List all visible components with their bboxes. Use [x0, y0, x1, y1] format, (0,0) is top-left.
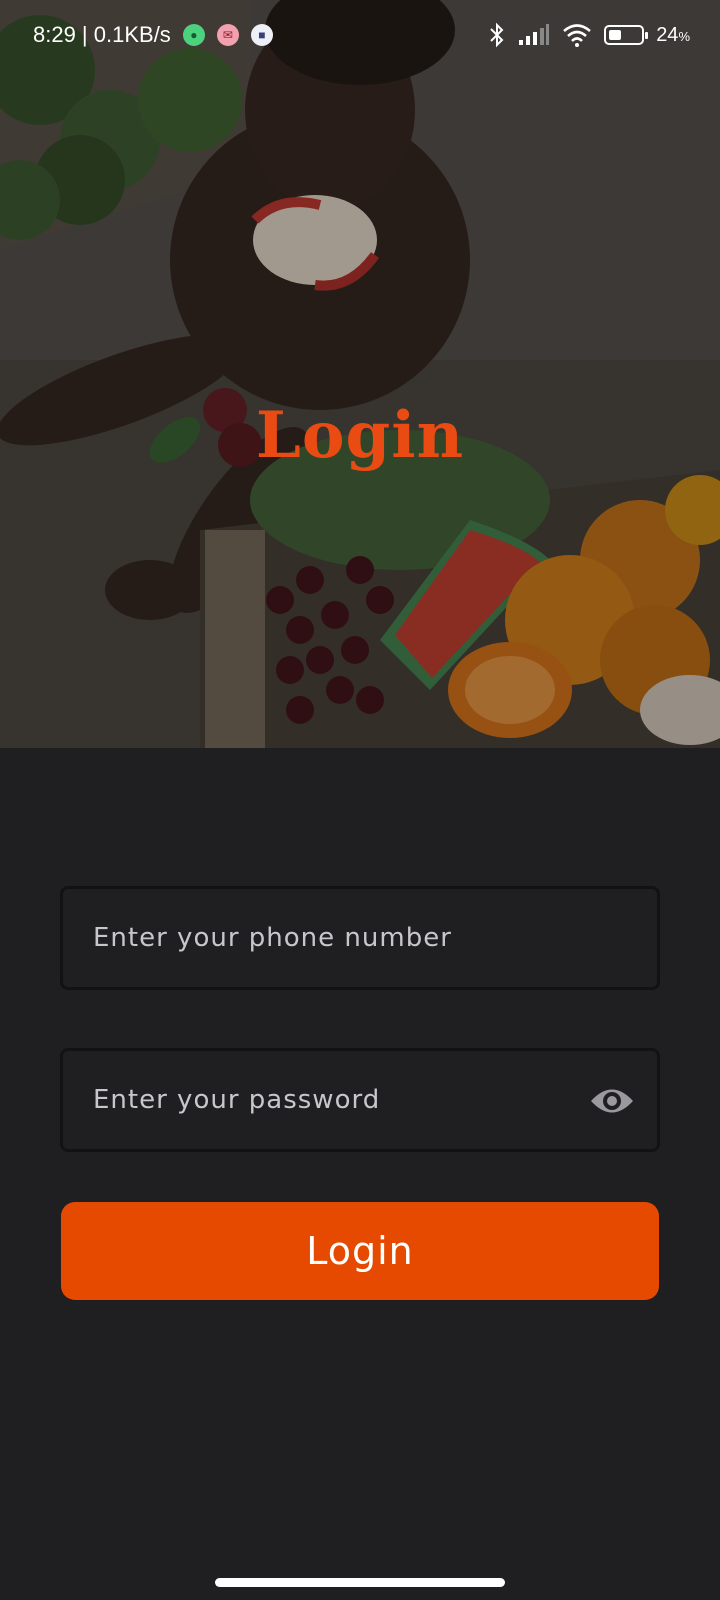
- login-screen: Login 8:29 | 0.1KB/s ● ✉ ■ 24% Enter you…: [0, 0, 720, 1600]
- phone-field[interactable]: [60, 886, 660, 990]
- password-input[interactable]: [93, 1085, 577, 1115]
- battery-level: [609, 30, 622, 40]
- bluetooth-icon: [490, 22, 504, 48]
- battery-percent: 24%: [656, 23, 690, 46]
- status-left: 8:29 | 0.1KB/s ● ✉ ■: [33, 22, 273, 48]
- chat-app-icon: ●: [182, 24, 205, 46]
- time-and-network-speed: 8:29 | 0.1KB/s: [33, 22, 171, 47]
- password-field[interactable]: [60, 1048, 660, 1152]
- mail-app-icon: ✉: [216, 24, 239, 46]
- signal-icon: [519, 24, 550, 45]
- lock-app-icon: ■: [250, 24, 273, 46]
- hero-banner: Login: [0, 0, 720, 748]
- wifi-icon: [563, 24, 592, 47]
- battery-icon: [604, 25, 649, 45]
- home-indicator[interactable]: [215, 1578, 505, 1587]
- show-password-eye-icon[interactable]: [589, 1083, 635, 1119]
- hero-overlay: [0, 0, 720, 748]
- status-bar: 8:29 | 0.1KB/s ● ✉ ■ 24%: [0, 0, 720, 70]
- phone-input[interactable]: [93, 923, 657, 953]
- page-title: Login: [255, 398, 465, 473]
- login-button[interactable]: Login: [61, 1202, 659, 1300]
- status-right: 24%: [488, 22, 690, 48]
